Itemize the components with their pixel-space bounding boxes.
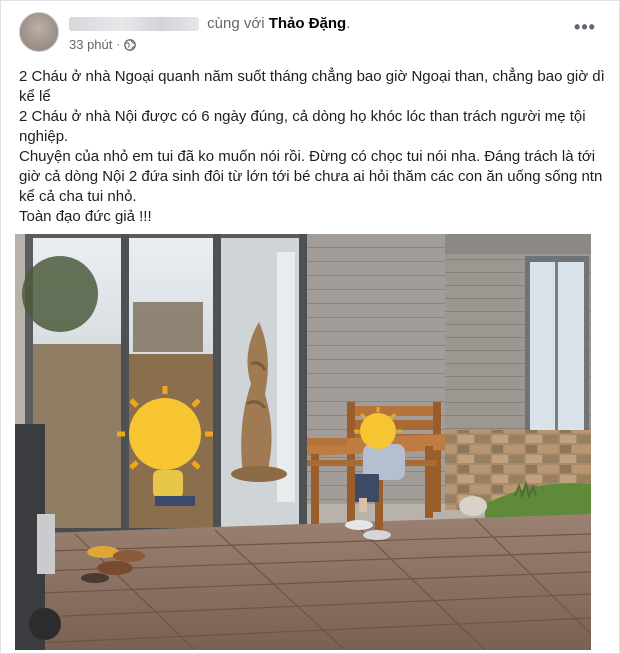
post-text: 2 Cháu ở nhà Ngoại quanh năm suốt tháng …	[19, 67, 605, 227]
author-name-blurred[interactable]	[69, 17, 199, 32]
author-line: cùng với Thảo Đặng.	[69, 14, 350, 34]
more-horizontal-icon: •••	[574, 17, 596, 37]
globe-icon[interactable]	[124, 38, 136, 51]
tagged-name[interactable]: Thảo Đặng	[269, 15, 347, 32]
post-header: cùng với Thảo Đặng. 33 phút · •••	[1, 1, 620, 59]
post-paragraph: Chuyện của nhỏ em tui đã ko muốn nói rồi…	[19, 148, 603, 205]
facebook-post: cùng với Thảo Đặng. 33 phút · ••• 2 Cháu…	[0, 0, 620, 654]
sun-sticker-icon	[117, 386, 213, 482]
with-text: cùng với	[207, 15, 265, 32]
more-options-button[interactable]: •••	[571, 18, 599, 41]
tagged-suffix: .	[346, 15, 351, 32]
post-time[interactable]: 33 phút	[69, 37, 112, 52]
photo-scene	[15, 234, 591, 650]
post-paragraph: 2 Cháu ở nhà Ngoại quanh năm suốt tháng …	[19, 68, 605, 105]
post-paragraph: 2 Cháu ở nhà Nội được có 6 ngày đúng, cả…	[19, 108, 586, 145]
post-photo[interactable]	[15, 234, 591, 650]
post-meta: 33 phút ·	[69, 37, 136, 52]
meta-separator: ·	[116, 38, 121, 51]
author-avatar[interactable]	[19, 12, 59, 52]
post-paragraph: Toàn đạo đức giả !!!	[19, 208, 152, 225]
